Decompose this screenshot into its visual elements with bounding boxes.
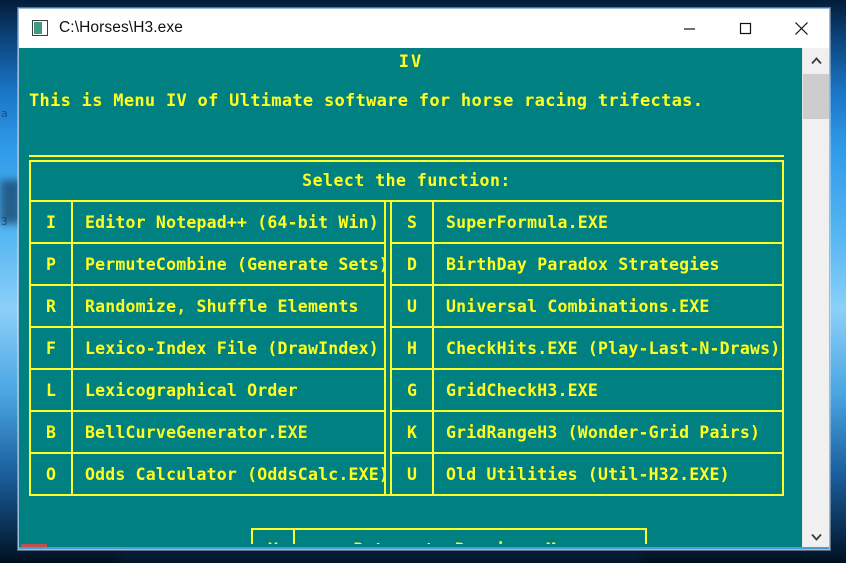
window-title: C:\Horses\H3.exe (59, 19, 183, 36)
menu-row-label: Editor Notepad++ (64-bit Win) (85, 212, 379, 232)
menu-row-key: G (392, 370, 434, 410)
vertical-scrollbar[interactable] (802, 48, 829, 549)
scroll-up-button[interactable] (803, 48, 829, 74)
menu-row[interactable]: D BirthDay Paradox Strategies (392, 244, 782, 286)
maximize-button[interactable] (717, 9, 773, 47)
menu-row[interactable]: H CheckHits.EXE (Play-Last-N-Draws) (392, 328, 782, 370)
console-window: C:\Horses\H3.exe IV This is Menu IV of U… (18, 8, 830, 550)
menu-row-label: GridCheckH3.EXE (446, 380, 599, 400)
menu-row[interactable]: P PermuteCombine (Generate Sets) (31, 244, 384, 286)
menu-row-label: Universal Combinations.EXE (446, 296, 710, 316)
menu-row-key: B (31, 412, 73, 452)
chevron-up-icon (810, 57, 822, 65)
menu-row[interactable]: S SuperFormula.EXE (392, 202, 782, 244)
menu-row-key: D (392, 244, 434, 284)
menu-row-label: Odds Calculator (OddsCalc.EXE) (85, 464, 384, 484)
menu-row[interactable]: R Randomize, Shuffle Elements (31, 286, 384, 328)
maximize-icon (739, 22, 751, 34)
menu-row-key: O (31, 454, 73, 494)
menu-row[interactable]: F Lexico-Index File (DrawIndex) (31, 328, 384, 370)
console-text-area: IV This is Menu IV of Ultimate software … (19, 48, 803, 549)
window-titlebar[interactable]: C:\Horses\H3.exe (19, 9, 829, 48)
menu-row-label: PermuteCombine (Generate Sets) (85, 254, 384, 274)
menu-row-label: BirthDay Paradox Strategies (446, 254, 720, 274)
menu-row-key: K (392, 412, 434, 452)
menu-row[interactable]: G GridCheckH3.EXE (392, 370, 782, 412)
menu-row-key: I (31, 202, 73, 242)
menu-row-key: U (392, 454, 434, 494)
menu-row-key: F (31, 328, 73, 368)
menu-row-key: P (31, 244, 73, 284)
menu-row-label: Lexicographical Order (85, 380, 298, 400)
window-bottom-edge (19, 547, 829, 549)
menu-row[interactable]: I Editor Notepad++ (64-bit Win) (31, 202, 384, 244)
menu-row-label: SuperFormula.EXE (446, 212, 609, 232)
console-body: IV This is Menu IV of Ultimate software … (19, 48, 829, 549)
menu-row[interactable]: O Odds Calculator (OddsCalc.EXE) (31, 454, 384, 494)
close-icon (794, 21, 808, 35)
menu-row-key: L (31, 370, 73, 410)
menu-row[interactable]: U Universal Combinations.EXE (392, 286, 782, 328)
menu-row-label: BellCurveGenerator.EXE (85, 422, 308, 442)
minimize-button[interactable] (661, 9, 717, 47)
console-app-icon (32, 20, 48, 36)
menu-row-label: CheckHits.EXE (Play-Last-N-Draws) (446, 338, 781, 358)
menu-row[interactable]: U Old Utilities (Util-H32.EXE) (392, 454, 782, 494)
menu-row[interactable]: L Lexicographical Order (31, 370, 384, 412)
menu-row-label: Lexico-Index File (DrawIndex) (85, 338, 379, 358)
menu-row-label: Randomize, Shuffle Elements (85, 296, 359, 316)
menu-row-label: Old Utilities (Util-H32.EXE) (446, 464, 730, 484)
menu-row-key: R (31, 286, 73, 326)
menu-row-key: S (392, 202, 434, 242)
desktop-edge-text: a 3 (1, 107, 8, 228)
intro-line: This is Menu IV of Ultimate software for… (29, 91, 704, 111)
close-button[interactable] (773, 9, 829, 47)
vertical-scrollbar-thumb[interactable] (803, 74, 829, 119)
menu-column-right: S SuperFormula.EXE D BirthDay Paradox Strat… (390, 202, 782, 494)
menu-row-key: U (392, 286, 434, 326)
desktop-smudge (120, 548, 640, 563)
menu-column-left: I Editor Notepad++ (64-bit Win) P PermuteCo… (31, 202, 386, 494)
menu-number: IV (398, 52, 424, 72)
menu-row[interactable]: B BellCurveGenerator.EXE (31, 412, 384, 454)
window-controls (661, 9, 829, 47)
minimize-icon (683, 27, 695, 30)
menu-table: Select the function: I Editor Notepad++ (… (29, 155, 784, 496)
menu-row-key: H (392, 328, 434, 368)
chevron-down-icon (810, 533, 822, 541)
menu-prompt: Select the function: (31, 162, 782, 202)
menu-row-label: GridRangeH3 (Wonder-Grid Pairs) (446, 422, 761, 442)
menu-row[interactable]: K GridRangeH3 (Wonder-Grid Pairs) (392, 412, 782, 454)
